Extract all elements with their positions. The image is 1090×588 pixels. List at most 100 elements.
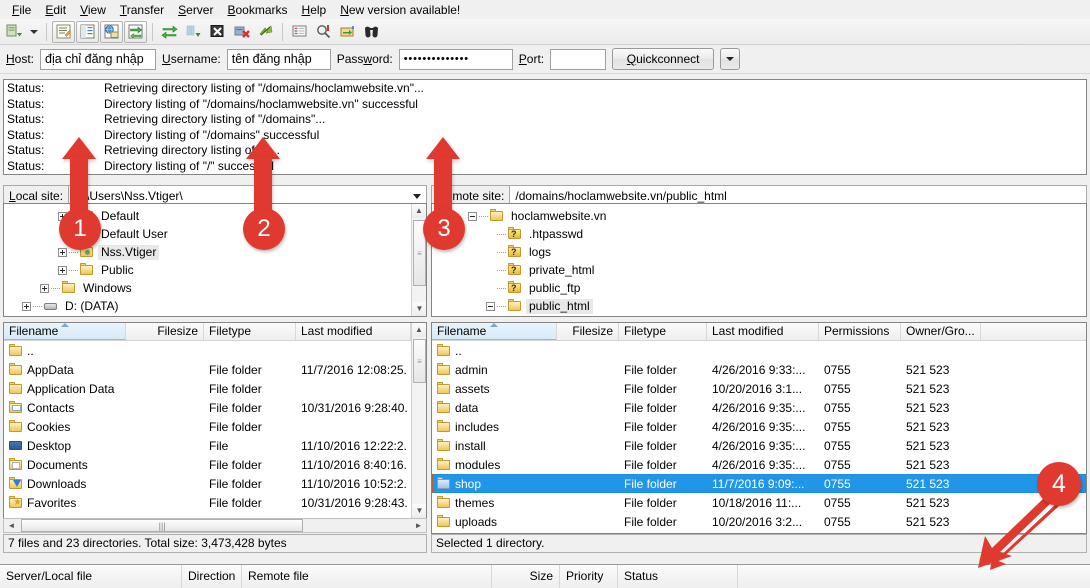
local-file-row[interactable]: DownloadsFile folder11/10/2016 10:52:2. [4,474,426,493]
remote-file-row[interactable]: shopFile folder11/7/2016 9:09:...0755521… [432,474,1086,493]
expand-icon[interactable] [40,284,49,293]
menu-item-bookmarks[interactable]: Bookmarks [220,1,294,19]
remote-file-row[interactable]: .. [432,341,1086,360]
transfer-queue-header[interactable]: Server/Local fileDirectionRemote fileSiz… [0,564,1090,588]
remote-file-row[interactable]: adminFile folder4/26/2016 9:33:...075552… [432,360,1086,379]
remote-column-header[interactable]: Filesize [557,323,619,340]
hscroll-thumb[interactable]: ||| [21,519,303,532]
local-file-list-header[interactable]: FilenameFilesizeFiletypeLast modified [4,323,426,341]
host-input[interactable]: địa chỉ đăng nhập [40,49,156,70]
local-file-row[interactable]: DesktopFile11/10/2016 12:22:2. [4,436,426,455]
disconnect-icon[interactable] [230,21,253,43]
scroll-up-arrow-icon[interactable]: ▲ [412,204,426,218]
scroll-down-arrow-icon[interactable]: ▼ [412,302,427,316]
local-column-header[interactable]: Filesize [126,323,204,340]
reconnect-icon[interactable] [254,21,277,43]
remote-column-header[interactable]: Owner/Gro... [901,323,981,340]
queue-column-header[interactable]: Remote file [242,565,492,588]
scroll-left-arrow-icon[interactable]: ◄ [4,521,19,530]
chevron-down-icon[interactable] [413,194,421,199]
remote-tree-item[interactable]: hoclamwebsite.vn [432,207,1086,225]
local-file-list[interactable]: FilenameFilesizeFiletypeLast modified ..… [3,322,427,519]
quickconnect-button[interactable]: Quickconnect [612,48,714,70]
compare-directories-icon[interactable] [312,21,335,43]
local-tree-item[interactable]: Nss.Vtiger [4,243,426,261]
toggle-local-tree-icon[interactable] [76,21,99,43]
remote-tree-item[interactable]: public_html [432,297,1086,315]
menu-item-file[interactable]: File [5,1,38,19]
remote-file-list-header[interactable]: FilenameFilesizeFiletypeLast modifiedPer… [432,323,1086,341]
remote-file-row[interactable]: includesFile folder4/26/2016 9:35:...075… [432,417,1086,436]
local-file-row[interactable]: ★FavoritesFile folder10/31/2016 9:28:43. [4,493,426,512]
scroll-thumb[interactable]: ≡ [413,339,426,383]
queue-column-header[interactable]: Priority [560,565,618,588]
local-file-row[interactable]: ContactsFile folder10/31/2016 9:28:40. [4,398,426,417]
menu-item-server[interactable]: Server [171,1,220,19]
collapse-icon[interactable] [468,212,477,221]
local-file-row[interactable]: AppDataFile folder11/7/2016 12:08:25. [4,360,426,379]
menu-item-view[interactable]: View [73,1,113,19]
toggle-transfer-queue-icon[interactable] [124,21,147,43]
expand-icon[interactable] [58,248,67,257]
toggle-message-log-icon[interactable] [52,21,75,43]
cancel-operation-icon[interactable] [206,21,229,43]
queue-column-header[interactable]: Server/Local file [0,565,182,588]
queue-column-header[interactable]: Status [618,565,738,588]
scroll-thumb[interactable]: ≡ [413,220,426,286]
scroll-down-arrow-icon[interactable]: ▼ [412,504,427,518]
local-column-header[interactable]: Filename [4,323,126,340]
local-column-header[interactable]: Last modified [296,323,411,340]
site-manager-icon[interactable] [3,21,26,43]
process-queue-icon[interactable] [182,21,205,43]
expand-icon[interactable] [58,212,67,221]
local-tree-item[interactable]: Windows [4,279,426,297]
remote-file-row[interactable]: assetsFile folder10/20/2016 3:1...075552… [432,379,1086,398]
username-input[interactable]: tên đăng nhập [227,49,331,70]
hscroll-track[interactable]: ||| [19,519,411,532]
refresh-icon[interactable] [158,21,181,43]
menu-item-help[interactable]: Help [295,1,334,19]
local-column-header[interactable]: Filetype [204,323,296,340]
quickconnect-history-dropdown[interactable] [720,48,740,70]
remote-column-header[interactable]: Filetype [619,323,707,340]
local-file-row[interactable]: Application DataFile folder [4,379,426,398]
local-tree-item[interactable]: Default User [4,225,426,243]
find-files-icon[interactable] [360,21,383,43]
remote-directory-tree[interactable]: hoclamwebsite.vn?.htpasswd?logs?private_… [431,203,1087,317]
local-file-row[interactable]: DocumentsFile folder11/10/2016 8:40:16. [4,455,426,474]
remote-tree-item[interactable]: ?logs [432,243,1086,261]
expand-icon[interactable] [58,266,67,275]
port-input[interactable] [550,49,606,70]
site-manager-dropdown-icon[interactable] [27,21,41,43]
remote-tree-item[interactable]: ?.htpasswd [432,225,1086,243]
remote-file-row[interactable]: installFile folder4/26/2016 9:35:...0755… [432,436,1086,455]
remote-file-row[interactable]: dataFile folder4/26/2016 9:35:...0755521… [432,398,1086,417]
local-list-scrollbar[interactable]: ▲ ≡ ▼ [411,323,426,518]
queue-column-header[interactable]: Size [492,565,560,588]
local-tree-item[interactable]: Public [4,261,426,279]
queue-column-header[interactable]: Direction [182,565,242,588]
filter-icon[interactable] [288,21,311,43]
local-tree-item[interactable]: D: (DATA) [4,297,426,315]
remote-file-list[interactable]: FilenameFilesizeFiletypeLast modifiedPer… [431,322,1087,534]
password-input[interactable]: •••••••••••••• [399,49,513,70]
menu-item-new-version[interactable]: New version available! [333,1,467,19]
collapse-icon[interactable] [486,302,495,311]
message-log[interactable]: Status:Retrieving directory listing of "… [3,79,1087,175]
remote-tree-item[interactable]: ?private_html [432,261,1086,279]
scroll-right-arrow-icon[interactable]: ► [411,521,426,530]
local-tree-item[interactable]: Default [4,207,426,225]
remote-column-header[interactable]: Last modified [707,323,819,340]
local-tree-scrollbar[interactable]: ▲ ≡ ▼ [411,204,426,316]
menu-item-edit[interactable]: Edit [38,1,73,19]
synchronized-browsing-icon[interactable] [336,21,359,43]
menu-item-transfer[interactable]: Transfer [113,1,171,19]
local-file-row[interactable]: CookiesFile folder [4,417,426,436]
local-file-row[interactable]: .. [4,341,426,360]
expand-icon[interactable] [22,302,31,311]
remote-column-header[interactable]: Filename [432,323,557,340]
remote-column-header[interactable]: Permissions [819,323,901,340]
local-list-hscrollbar[interactable]: ◄ ||| ► [3,518,427,533]
remote-file-row[interactable]: modulesFile folder4/26/2016 9:35:...0755… [432,455,1086,474]
remote-tree-item[interactable]: ?public_ftp [432,279,1086,297]
